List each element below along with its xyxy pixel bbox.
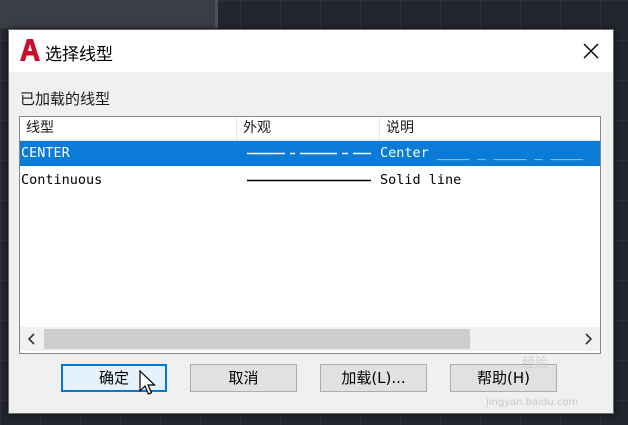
scrollbar-thumb[interactable] — [44, 329, 470, 349]
linetype-name: CENTER — [21, 145, 70, 161]
column-header-linetype[interactable]: 线型 — [20, 117, 237, 140]
chevron-left-icon — [27, 333, 35, 345]
scroll-right-button[interactable] — [576, 327, 600, 351]
close-icon — [583, 43, 599, 59]
cancel-button[interactable]: 取消 — [190, 364, 297, 392]
scroll-left-button[interactable] — [20, 327, 44, 351]
column-header-description[interactable]: 说明 — [380, 117, 600, 140]
chevron-right-icon — [585, 333, 593, 345]
watermark-text: 经验 — [522, 356, 549, 371]
autocad-logo-icon — [20, 39, 40, 61]
list-header: 线型 外观 说明 — [20, 117, 600, 141]
close-button[interactable] — [575, 36, 607, 66]
list-row-continuous[interactable]: Continuous Solid line — [20, 168, 600, 193]
loaded-linetypes-label: 已加载的线型 — [20, 90, 111, 108]
linetype-appearance-preview — [245, 168, 373, 193]
column-header-appearance[interactable]: 外观 — [237, 117, 380, 140]
linetype-list[interactable]: 线型 外观 说明 CENTER Center ____ _ ____ _ ___… — [19, 116, 601, 354]
linetype-description: Solid line — [380, 172, 462, 188]
background-panel — [0, 0, 218, 28]
load-button[interactable]: 加载(L)... — [320, 364, 427, 392]
mouse-pointer-icon — [139, 370, 156, 395]
horizontal-scrollbar[interactable] — [20, 327, 600, 351]
linetype-name: Continuous — [21, 172, 103, 188]
linetype-description: Center ____ _ ____ _ ____ — [380, 145, 584, 161]
dialog-titlebar: 选择线型 — [9, 30, 613, 72]
dialog-title: 选择线型 — [45, 45, 113, 65]
linetype-appearance-preview — [245, 141, 373, 166]
list-row-center[interactable]: CENTER Center ____ _ ____ _ ____ — [20, 141, 600, 166]
watermark-url: jingyan.baidu.com — [486, 397, 579, 408]
